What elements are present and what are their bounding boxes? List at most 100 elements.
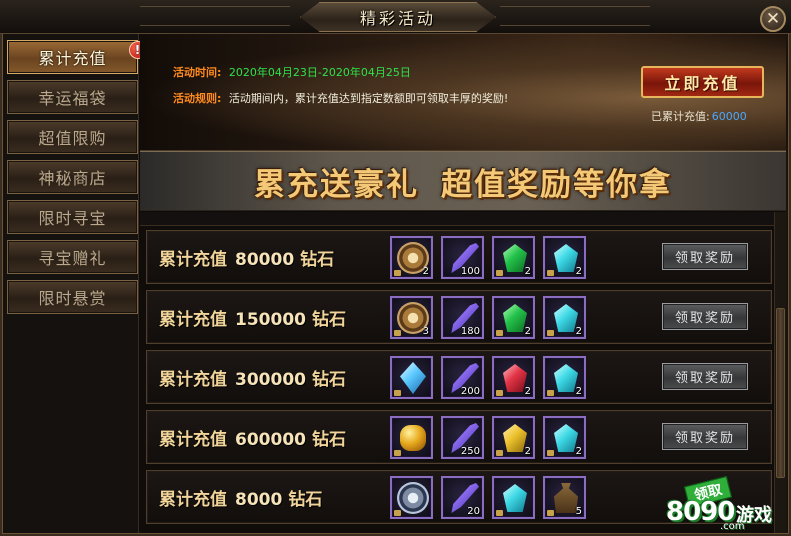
reward-items: 2 100 2 2 (390, 236, 586, 279)
reward-item[interactable]: 5 (543, 476, 586, 519)
activity-rule: 活动规则: 活动期间内，累计充值达到指定数额即可领取丰厚的奖励! (173, 90, 508, 106)
green-gem-icon (503, 304, 527, 332)
title-bar: 精彩活动 ✕ (0, 0, 791, 34)
cyan-gem-icon (554, 424, 578, 452)
sidebar-item-lucky-bag[interactable]: 幸运福袋 (7, 80, 138, 114)
red-gem-icon (503, 364, 527, 392)
claim-reward-button[interactable]: 领取奖励 (662, 243, 748, 270)
reward-item[interactable] (390, 356, 433, 399)
sidebar-item-label: 超值限购 (38, 129, 107, 148)
reward-row-prefix: 累计充值 (159, 370, 227, 390)
previous-row-edge (140, 212, 774, 226)
close-button[interactable]: ✕ (760, 6, 786, 32)
recharge-now-button[interactable]: 立即充值 (641, 66, 764, 98)
claim-reward-button[interactable]: 领取奖励 (662, 363, 748, 390)
bound-lock-icon (394, 510, 401, 516)
reward-item[interactable]: 2 (390, 236, 433, 279)
activity-time-value: 2020年04月23日-2020年04月25日 (228, 66, 411, 79)
activity-time-label: 活动时间: (173, 66, 222, 79)
reward-row: 累计充值 300000 钻石 200 2 2 领取奖励 (146, 350, 772, 404)
reward-item[interactable]: 180 (441, 296, 484, 339)
bound-lock-icon (394, 450, 401, 456)
reward-item[interactable]: 2 (492, 236, 535, 279)
bound-lock-icon (547, 330, 554, 336)
bound-lock-icon (496, 450, 503, 456)
reward-row-prefix: 累计充值 (159, 250, 227, 270)
item-count: 2 (575, 266, 582, 277)
sidebar-item-timed-bounty[interactable]: 限时悬赏 (7, 280, 138, 314)
sidebar-item-cumulative-recharge[interactable]: 累计充值 ! (7, 40, 147, 74)
reward-items: 250 2 2 (390, 416, 586, 459)
reward-item[interactable]: 250 (441, 416, 484, 459)
reward-item[interactable]: 2 (492, 356, 535, 399)
bound-lock-icon (547, 270, 554, 276)
reward-row-amount: 300000 (235, 370, 306, 390)
reward-item[interactable]: 100 (441, 236, 484, 279)
reward-item[interactable]: 2 (543, 236, 586, 279)
reward-item[interactable]: 200 (441, 356, 484, 399)
activity-banner: 活动时间: 2020年04月23日-2020年04月25日 活动规则: 活动期间… (140, 34, 786, 151)
reward-item[interactable] (390, 476, 433, 519)
reward-row-unit: 钻石 (288, 490, 323, 510)
sidebar-item-label: 限时悬赏 (38, 289, 107, 308)
reward-row-amount: 150000 (235, 310, 306, 330)
sidebar-item-timed-treasure[interactable]: 限时寻宝 (7, 200, 138, 234)
activity-rule-value: 活动期间内，累计充值达到指定数额即可领取丰厚的奖励! (228, 92, 509, 105)
reward-item[interactable]: 2 (492, 296, 535, 339)
sidebar-item-limited-purchase[interactable]: 超值限购 (7, 120, 138, 154)
item-count: 3 (422, 326, 429, 337)
scrollbar-thumb[interactable] (776, 308, 785, 478)
reward-row-title: 累计充值 300000 钻石 (159, 365, 346, 390)
treasure-bag-icon (554, 483, 578, 513)
bound-lock-icon (496, 330, 503, 336)
sidebar-item-label: 限时寻宝 (38, 209, 107, 228)
activity-rule-label: 活动规则: (173, 92, 222, 105)
claim-reward-button[interactable]: 领取奖励 (662, 303, 748, 330)
claim-reward-button[interactable]: 领取奖励 (662, 423, 748, 450)
reward-item[interactable]: 2 (543, 356, 586, 399)
reward-row: 累计充值 80000 钻石 2 100 2 2 领取奖励 (146, 230, 772, 284)
bound-lock-icon (394, 390, 401, 396)
reward-item[interactable]: 2 (543, 416, 586, 459)
reward-item[interactable] (492, 476, 535, 519)
reward-row: 累计充值 600000 钻石 250 2 2 领取奖励 (146, 410, 772, 464)
reward-row-unit: 钻石 (311, 310, 346, 330)
reward-item[interactable]: 3 (390, 296, 433, 339)
sidebar-item-label: 累计充值 (38, 49, 107, 68)
accumulated-recharge: 已累计充值: 60000 (651, 108, 747, 124)
sidebar-item-label: 神秘商店 (38, 169, 107, 188)
bound-lock-icon (547, 390, 554, 396)
reward-row-unit: 钻石 (311, 430, 346, 450)
reward-row: 累计充值 150000 钻石 3 180 2 2 领取奖励 (146, 290, 772, 344)
activity-time: 活动时间: 2020年04月23日-2020年04月25日 (173, 64, 411, 80)
cyan-gem-icon (554, 244, 578, 272)
item-count: 2 (524, 326, 531, 337)
reward-item[interactable]: 2 (543, 296, 586, 339)
reward-item[interactable]: 20 (441, 476, 484, 519)
bound-lock-icon (394, 270, 401, 276)
title-ornament-right (500, 6, 650, 26)
slogan-left: 累充送豪礼 (254, 166, 419, 203)
bound-lock-icon (496, 510, 503, 516)
reward-row-title: 累计充值 8000 钻石 (159, 485, 322, 510)
reward-row-title: 累计充值 150000 钻石 (159, 305, 346, 330)
sidebar-item-label: 幸运福袋 (38, 89, 107, 108)
reward-row-prefix: 累计充值 (159, 430, 227, 450)
sidebar-item-label: 寻宝赠礼 (38, 249, 107, 268)
title-plate: 精彩活动 (300, 2, 496, 32)
cyan-gem-icon (503, 484, 527, 512)
sidebar-item-mystery-shop[interactable]: 神秘商店 (7, 160, 138, 194)
reward-items: 20 5 (390, 476, 586, 519)
reward-item[interactable]: 2 (492, 416, 535, 459)
reward-item[interactable] (390, 416, 433, 459)
sidebar: 累计充值 ! 幸运福袋 超值限购 神秘商店 限时寻宝 寻宝赠礼 限时悬赏 (3, 34, 147, 533)
reward-items: 200 2 2 (390, 356, 586, 399)
sidebar-item-treasure-gift[interactable]: 寻宝赠礼 (7, 240, 138, 274)
item-count: 2 (575, 326, 582, 337)
item-count: 2 (422, 266, 429, 277)
cyan-gem-icon (554, 364, 578, 392)
bound-lock-icon (496, 390, 503, 396)
item-count: 200 (460, 386, 480, 397)
reward-row-prefix: 累计充值 (159, 310, 227, 330)
reward-row-amount: 600000 (235, 430, 306, 450)
